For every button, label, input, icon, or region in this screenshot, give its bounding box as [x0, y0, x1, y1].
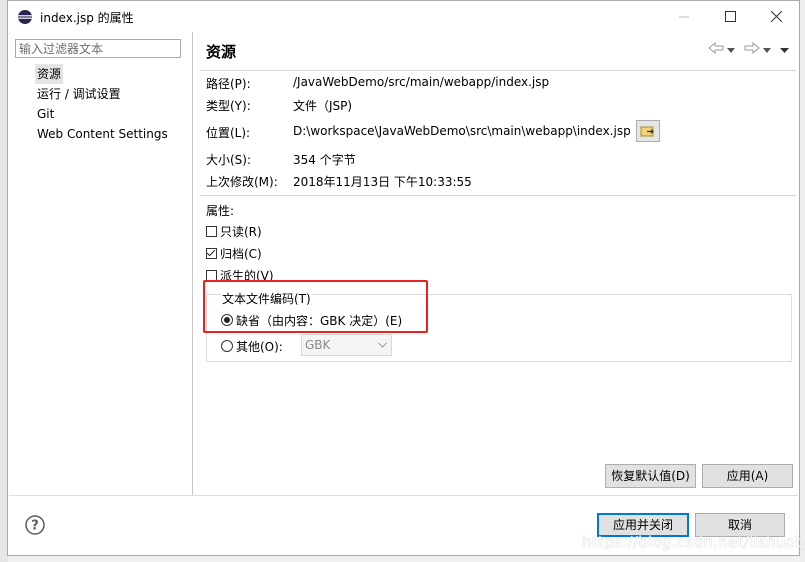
chevron-down-icon: [378, 335, 387, 361]
property-page-content: 资源 路径(P): /JavaWebDemo/src/main/webapp/i…: [194, 32, 799, 495]
view-menu-icon[interactable]: [780, 43, 789, 57]
minimize-icon: [679, 16, 689, 17]
other-encoding-value: GBK: [305, 338, 331, 352]
size-value: 354 个字节: [293, 153, 356, 167]
tree-item-resource[interactable]: 资源: [35, 64, 64, 84]
archive-checkbox[interactable]: [206, 247, 217, 259]
derived-checkbox[interactable]: [206, 269, 217, 281]
close-button[interactable]: [753, 1, 799, 32]
back-arrow-icon[interactable]: [708, 41, 724, 57]
other-encoding-select[interactable]: GBK: [301, 334, 392, 356]
other-encoding-label: 其他(O):: [236, 339, 283, 354]
back-dropdown-icon[interactable]: [727, 43, 735, 57]
modified-label: 上次修改(M):: [206, 175, 278, 189]
title-separator: [200, 70, 796, 71]
property-page-tree-panel: 资源 运行 / 调试设置 Git Web Content Settings: [9, 32, 193, 495]
properties-dialog: index.jsp 的属性 资源 运行 / 调试设置 Git Web Conte…: [7, 0, 800, 556]
type-value: 文件（JSP): [293, 99, 353, 113]
show-in-explorer-icon: [640, 126, 654, 137]
tree-item-web-content-settings[interactable]: Web Content Settings: [35, 124, 170, 144]
maximize-button[interactable]: [707, 1, 753, 32]
title-bar: index.jsp 的属性: [8, 1, 799, 32]
path-value: /JavaWebDemo/src/main/webapp/index.jsp: [293, 75, 550, 89]
property-page-tree: 资源 运行 / 调试设置 Git Web Content Settings: [35, 64, 170, 144]
eclipse-icon: [17, 9, 33, 25]
location-label: 位置(L):: [206, 126, 251, 140]
forward-arrow-icon[interactable]: [744, 41, 760, 57]
maximize-icon: [724, 11, 736, 22]
window-title: index.jsp 的属性: [40, 11, 134, 25]
other-encoding-radio-row[interactable]: 其他(O):: [221, 338, 283, 354]
show-in-explorer-button[interactable]: [636, 120, 660, 142]
type-label: 类型(Y):: [206, 99, 251, 113]
archive-checkbox-row[interactable]: 归档(C): [206, 245, 262, 261]
apply-button[interactable]: 应用(A): [702, 464, 793, 488]
other-encoding-radio[interactable]: [221, 340, 233, 352]
readonly-checkbox[interactable]: [206, 225, 217, 237]
help-icon[interactable]: ?: [25, 515, 45, 538]
restore-defaults-button[interactable]: 恢复默认值(D): [605, 464, 696, 488]
attributes-label: 属性:: [206, 204, 235, 218]
page-title: 资源: [206, 43, 237, 61]
readonly-checkbox-row[interactable]: 只读(R): [206, 223, 262, 239]
attributes-separator: [200, 195, 796, 196]
close-icon: [770, 11, 782, 22]
archive-label: 归档(C): [220, 246, 262, 261]
footer-divider: [9, 495, 798, 496]
size-label: 大小(S):: [206, 153, 252, 167]
tree-item-git[interactable]: Git: [35, 104, 170, 124]
modified-value: 2018年11月13日 下午10:33:55: [293, 175, 472, 189]
location-value: D:\workspace\JavaWebDemo\src\main\webapp…: [293, 124, 631, 138]
path-label: 路径(P):: [206, 77, 251, 91]
page-navigation: [708, 41, 789, 57]
encoding-highlight-box: [203, 280, 428, 333]
forward-dropdown-icon[interactable]: [763, 43, 771, 57]
filter-input[interactable]: [15, 39, 181, 58]
watermark-text: https://blog.csdn.net/lishuoboy: [582, 533, 805, 551]
tree-item-run-debug-settings[interactable]: 运行 / 调试设置: [35, 84, 170, 104]
background-editor-strip-right: [800, 0, 805, 562]
minimize-button[interactable]: [661, 1, 707, 32]
help-glyph: ?: [31, 519, 39, 534]
readonly-label: 只读(R): [220, 224, 262, 239]
